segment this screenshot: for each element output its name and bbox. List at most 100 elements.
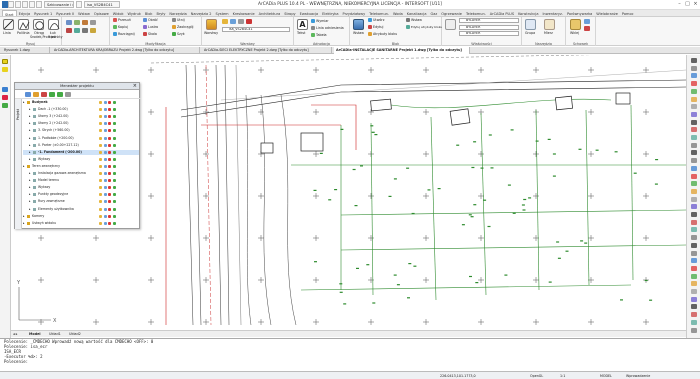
group-icon[interactable] (525, 19, 536, 30)
block-attributes-button[interactable]: Atrybuty bloku (368, 32, 397, 36)
bulb-icon[interactable] (99, 115, 102, 119)
maximize-icon[interactable]: □ (684, 1, 691, 8)
ribbon-tab[interactable]: Narzędzia (167, 10, 188, 16)
right-tool-icon[interactable] (691, 265, 697, 271)
layer-properties-icon[interactable] (206, 19, 217, 30)
new-icon[interactable] (8, 1, 14, 8)
eye-icon[interactable] (103, 207, 107, 211)
property-palette-icon[interactable] (2, 87, 8, 92)
right-tool-icon[interactable] (691, 235, 697, 241)
ribbon-tab[interactable]: Porównywarka (565, 10, 594, 16)
bulb-icon[interactable] (99, 186, 102, 190)
lock-icon[interactable] (108, 200, 111, 204)
color-icon[interactable] (112, 179, 116, 183)
expand-icon[interactable]: ▸ (23, 214, 25, 219)
right-tool-icon[interactable] (691, 173, 697, 179)
lock-icon[interactable] (108, 115, 111, 119)
expand-icon[interactable]: ▸ (29, 136, 31, 141)
right-tool-icon[interactable] (691, 296, 697, 302)
array-button[interactable]: Szyk (172, 32, 185, 36)
project-manager-icon[interactable] (2, 67, 8, 72)
lock-icon[interactable] (108, 172, 111, 175)
spline-icon[interactable] (82, 20, 88, 25)
ribbon-tab[interactable]: Konstrukcja (516, 10, 540, 16)
right-tool-icon[interactable] (691, 81, 697, 87)
right-tool-icon[interactable] (691, 111, 697, 117)
layout-tab-1[interactable]: Układ1 (49, 332, 61, 336)
lock-icon[interactable] (108, 214, 111, 218)
arc-icon[interactable] (48, 19, 60, 30)
project-tree-item[interactable]: ▸ Kamery (23, 214, 139, 219)
right-tool-icon[interactable] (691, 312, 697, 318)
eye-icon[interactable] (103, 179, 107, 183)
minimize-icon[interactable]: – (676, 1, 683, 8)
ribbon-tab[interactable]: Gaz (428, 10, 439, 16)
measure-icon[interactable] (544, 19, 555, 30)
doc-tab-2[interactable]: ArCADia-ARCHITEKTURA KRAJOBRAZU Projekt … (52, 47, 200, 54)
ribbon-tab[interactable]: Inwentaryz. (540, 10, 564, 16)
bulb-icon[interactable] (99, 150, 102, 154)
layer-quick-select[interactable]: isa_VS2B4C41 (84, 1, 120, 8)
right-tool-icon[interactable] (691, 196, 697, 202)
paste-icon[interactable] (570, 19, 581, 30)
ribbon-tab[interactable]: ArCADia PLUS (488, 10, 516, 16)
bulb-icon[interactable] (99, 143, 102, 147)
bulb-icon[interactable] (99, 179, 102, 183)
eye-icon[interactable] (103, 101, 107, 104)
right-tool-icon[interactable] (691, 181, 697, 187)
right-tool-icon[interactable] (691, 135, 697, 140)
project-tree-item[interactable]: ▸ -1. Fundament (-200.00) (23, 149, 139, 155)
terrain-icon[interactable] (2, 103, 8, 108)
expand-icon[interactable]: ▸ (29, 114, 31, 119)
status-scale[interactable]: 1:1 (560, 374, 565, 378)
lock-icon[interactable] (108, 143, 111, 147)
wipeout-icon[interactable] (82, 28, 88, 33)
ribbon-tab[interactable]: Elektryka (320, 10, 340, 16)
color-icon[interactable] (112, 157, 116, 161)
ribbon-tab[interactable]: Ewakuacja (298, 10, 321, 16)
status-input[interactable]: Wprowadzenie (626, 374, 650, 378)
mirror-button[interactable]: Lustro (143, 25, 158, 29)
eye-icon[interactable] (103, 143, 107, 147)
project-tree-item[interactable]: ▸ 0. Parter (±0.00+227.12) (23, 143, 139, 148)
stretch-button[interactable]: Rozciągnij (113, 32, 135, 36)
ribbon-tab[interactable]: Pomoc (620, 10, 636, 16)
visibility-flags[interactable] (99, 115, 117, 120)
panel-side-tab[interactable]: Projekt (15, 99, 22, 229)
ribbon-tab[interactable]: Telekomun. (464, 10, 488, 16)
bulb-icon[interactable] (99, 200, 102, 204)
bulb-icon[interactable] (99, 136, 102, 140)
lock-icon[interactable] (108, 221, 111, 225)
eye-icon[interactable] (103, 122, 107, 126)
insert-button-small[interactable]: Wstaw (406, 18, 422, 22)
ribbon-tab[interactable]: Rysunek 1 (32, 10, 54, 16)
ribbon-tab[interactable]: Wstaw (76, 10, 92, 16)
ribbon-tab[interactable]: Kanalizacja (405, 10, 429, 16)
bulb-icon[interactable] (99, 221, 102, 225)
table-button[interactable]: Tabela (311, 33, 327, 37)
copy-button[interactable]: Kopiuj (113, 25, 128, 29)
right-tool-icon[interactable] (691, 219, 697, 225)
panel-delete-icon[interactable] (41, 92, 47, 97)
panel-up-icon[interactable] (49, 92, 55, 97)
expand-icon[interactable]: ▸ (23, 221, 25, 226)
color-icon[interactable] (112, 101, 116, 104)
bulb-icon[interactable] (99, 214, 102, 218)
eye-icon[interactable] (103, 214, 107, 218)
bulb-icon[interactable] (99, 193, 102, 197)
expand-icon[interactable]: ▸ (23, 100, 25, 105)
panel-new-icon[interactable] (25, 92, 31, 97)
ribbon-tab[interactable]: Telekomun. (367, 10, 391, 16)
project-tree-item[interactable]: ▸ Rury zewnętrzne (23, 199, 139, 204)
command-line[interactable]: Polecenie: _CMDECHO Wprowadź nową wartoś… (0, 338, 700, 371)
lock-icon[interactable] (108, 129, 111, 133)
expand-icon[interactable]: ▸ (23, 164, 25, 169)
lock-icon[interactable] (108, 207, 111, 211)
layout-tab-model[interactable]: Model (29, 332, 41, 336)
project-tree-item[interactable]: ▸ Wykazy (23, 185, 139, 190)
lock-icon[interactable] (108, 193, 111, 197)
eye-icon[interactable] (103, 172, 107, 175)
project-tree-item[interactable]: ▸ Elementy użytkownika (23, 207, 139, 212)
visibility-flags[interactable] (99, 214, 117, 220)
right-tool-icon[interactable] (691, 188, 697, 194)
